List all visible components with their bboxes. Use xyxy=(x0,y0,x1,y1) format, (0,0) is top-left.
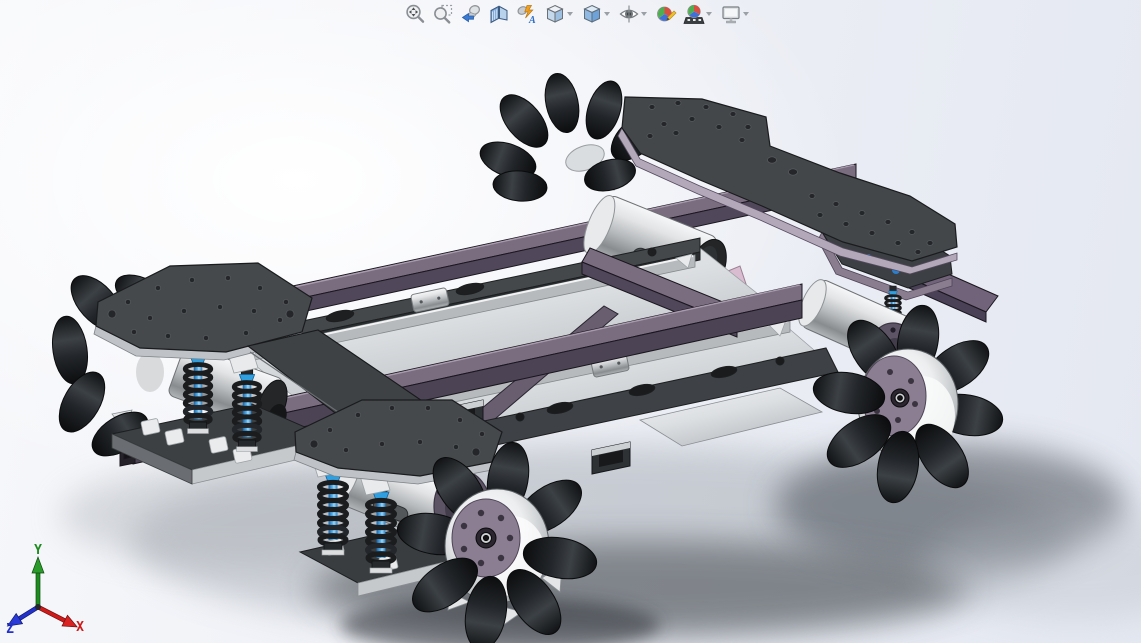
view-orientation-button[interactable] xyxy=(542,2,567,27)
view-settings-button[interactable] xyxy=(718,2,743,27)
display-style-icon xyxy=(582,4,601,23)
dynamic-annotation-views-button[interactable]: A xyxy=(514,2,539,27)
zoom-to-fit-icon xyxy=(405,4,424,23)
triad-x-label: X xyxy=(76,620,84,635)
apply-scene-icon xyxy=(682,4,705,24)
view-orientation-dropdown-caret[interactable] xyxy=(567,12,573,16)
edit-appearance-icon xyxy=(656,6,676,22)
reference-triad: Y X Z xyxy=(6,543,84,637)
triad-y-label: Y xyxy=(34,543,42,558)
hide-show-items-button[interactable] xyxy=(616,2,641,27)
display-style-button[interactable] xyxy=(579,2,604,27)
display-style-group xyxy=(579,2,613,27)
model-mecanum-chassis[interactable]: Y X Z xyxy=(0,0,1141,643)
triad-y-axis xyxy=(31,556,45,608)
view-settings-dropdown-caret[interactable] xyxy=(743,12,749,16)
previous-view-icon xyxy=(461,5,480,23)
triad-x-axis xyxy=(36,604,78,628)
apply-scene-button[interactable] xyxy=(681,2,706,27)
svg-text:A: A xyxy=(528,15,536,25)
view-orientation-icon xyxy=(545,4,564,23)
section-view-button[interactable] xyxy=(486,2,511,27)
cad-3d-viewport[interactable]: A Y X Z xyxy=(0,0,1141,643)
view-orientation-group xyxy=(542,2,576,27)
hide-show-items-dropdown-caret[interactable] xyxy=(641,12,647,16)
view-settings-group xyxy=(718,2,752,27)
edit-appearance-button[interactable] xyxy=(653,2,678,27)
triad-z-label: Z xyxy=(6,622,14,637)
display-style-dropdown-caret[interactable] xyxy=(604,12,610,16)
hide-show-items-icon xyxy=(619,5,638,23)
hide-show-items-group xyxy=(616,2,650,27)
view-settings-icon xyxy=(721,6,740,24)
previous-view-button[interactable] xyxy=(458,2,483,27)
heads-up-view-toolbar: A xyxy=(402,1,752,27)
apply-scene-dropdown-caret[interactable] xyxy=(706,12,712,16)
zoom-to-area-button[interactable] xyxy=(430,2,455,27)
zoom-to-fit-button[interactable] xyxy=(402,2,427,27)
zoom-to-area-icon xyxy=(433,4,452,24)
apply-scene-group xyxy=(681,2,715,27)
dynamic-annotation-views-icon: A xyxy=(516,5,536,25)
section-view-icon xyxy=(490,5,507,24)
